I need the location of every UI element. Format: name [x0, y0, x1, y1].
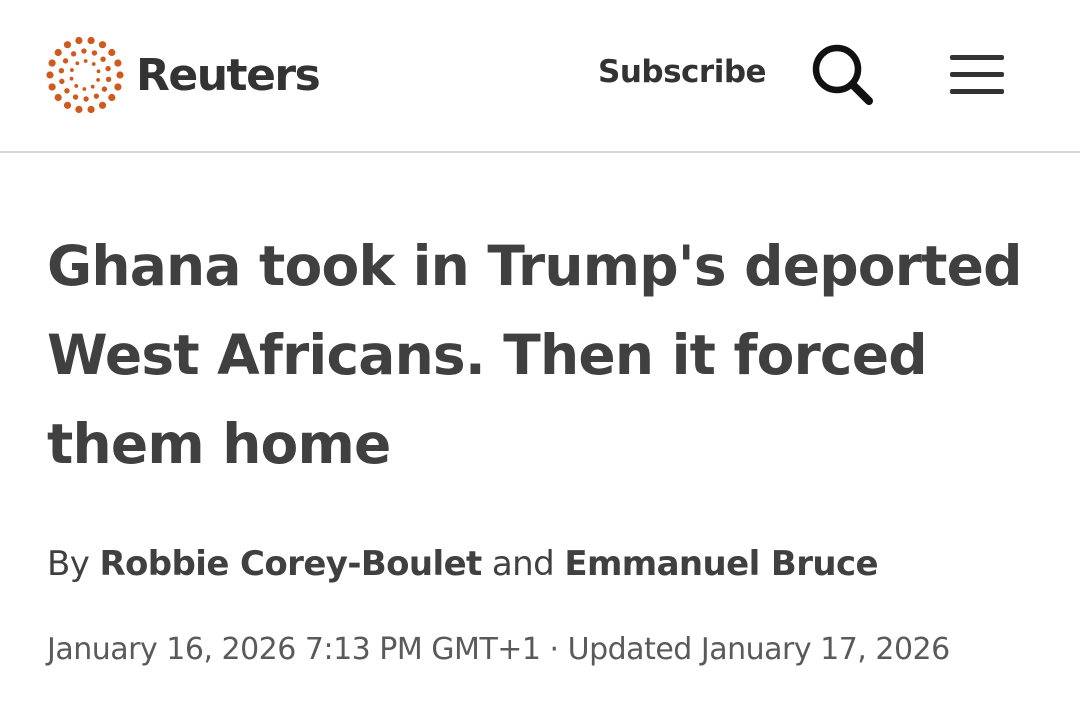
- author-link-1[interactable]: Robbie Corey-Boulet: [99, 544, 482, 584]
- logo-dot: [83, 96, 89, 102]
- logo-dot: [75, 105, 83, 114]
- logo-dot: [87, 36, 95, 45]
- logo-dot: [48, 59, 56, 67]
- logo-dot: [59, 78, 65, 85]
- logo-dot: [62, 58, 69, 64]
- logo-dot: [114, 59, 122, 67]
- logo-dot: [54, 48, 62, 57]
- logo-dot: [96, 78, 100, 82]
- logo-dot: [54, 93, 62, 102]
- logo-dot: [63, 41, 72, 49]
- logo-dot: [114, 83, 122, 91]
- logo-dot: [63, 101, 72, 109]
- logo-dot: [105, 76, 112, 82]
- logo-dot: [116, 71, 124, 79]
- logo-dot: [96, 69, 101, 74]
- search-button[interactable]: [808, 40, 878, 110]
- author-link-2[interactable]: Emmanuel Bruce: [564, 544, 878, 584]
- article-byline: By Robbie Corey-Boulet and Emmanuel Bruc…: [47, 544, 879, 584]
- logo-dot: [91, 62, 96, 66]
- logo-dot: [75, 61, 80, 66]
- logo-dot: [108, 48, 116, 57]
- byline-prefix: By: [47, 544, 90, 584]
- logo-dot: [108, 93, 116, 102]
- logo-dot: [81, 48, 87, 54]
- logo-dot: [93, 93, 100, 99]
- logo-dot: [98, 41, 107, 49]
- published-date: January 16, 2026 7:13 PM GMT+1: [47, 632, 541, 667]
- updated-date: Updated January 17, 2026: [567, 632, 951, 667]
- site-header: Reuters Subscribe: [0, 0, 1080, 153]
- logo-dot: [70, 51, 77, 57]
- logo-dot: [58, 68, 65, 74]
- article-headline: Ghana took in Trump's deported West Afri…: [47, 234, 1022, 476]
- logo-dot: [64, 88, 70, 94]
- logo-dot: [72, 94, 79, 100]
- logo-dot: [87, 105, 95, 114]
- logo-dot: [98, 101, 107, 109]
- reuters-logo[interactable]: Reuters: [44, 34, 321, 116]
- logo-dot: [69, 76, 74, 81]
- logo-dot: [83, 59, 88, 63]
- logo-dot: [48, 83, 56, 91]
- logo-dot: [70, 68, 74, 72]
- article-dateline: January 16, 2026 7:13 PM GMT+1 · Updated…: [47, 632, 950, 667]
- logo-dot: [46, 71, 54, 79]
- logo-dot: [82, 87, 87, 91]
- logo-dot: [74, 84, 79, 88]
- logo-dot: [105, 65, 111, 72]
- hamburger-menu-icon: [950, 55, 1004, 94]
- logo-dot: [90, 84, 95, 89]
- search-icon: [812, 44, 873, 105]
- menu-button[interactable]: [946, 52, 1008, 96]
- logo-dot: [101, 86, 108, 92]
- byline-conjunction: and: [491, 544, 555, 584]
- brand-name: Reuters: [136, 49, 321, 101]
- logo-dot: [91, 50, 98, 56]
- reuters-logo-icon: [46, 36, 124, 114]
- logo-dot: [75, 36, 83, 45]
- logo-dot: [100, 56, 106, 62]
- subscribe-button[interactable]: Subscribe: [598, 54, 767, 90]
- date-separator: ·: [549, 632, 560, 667]
